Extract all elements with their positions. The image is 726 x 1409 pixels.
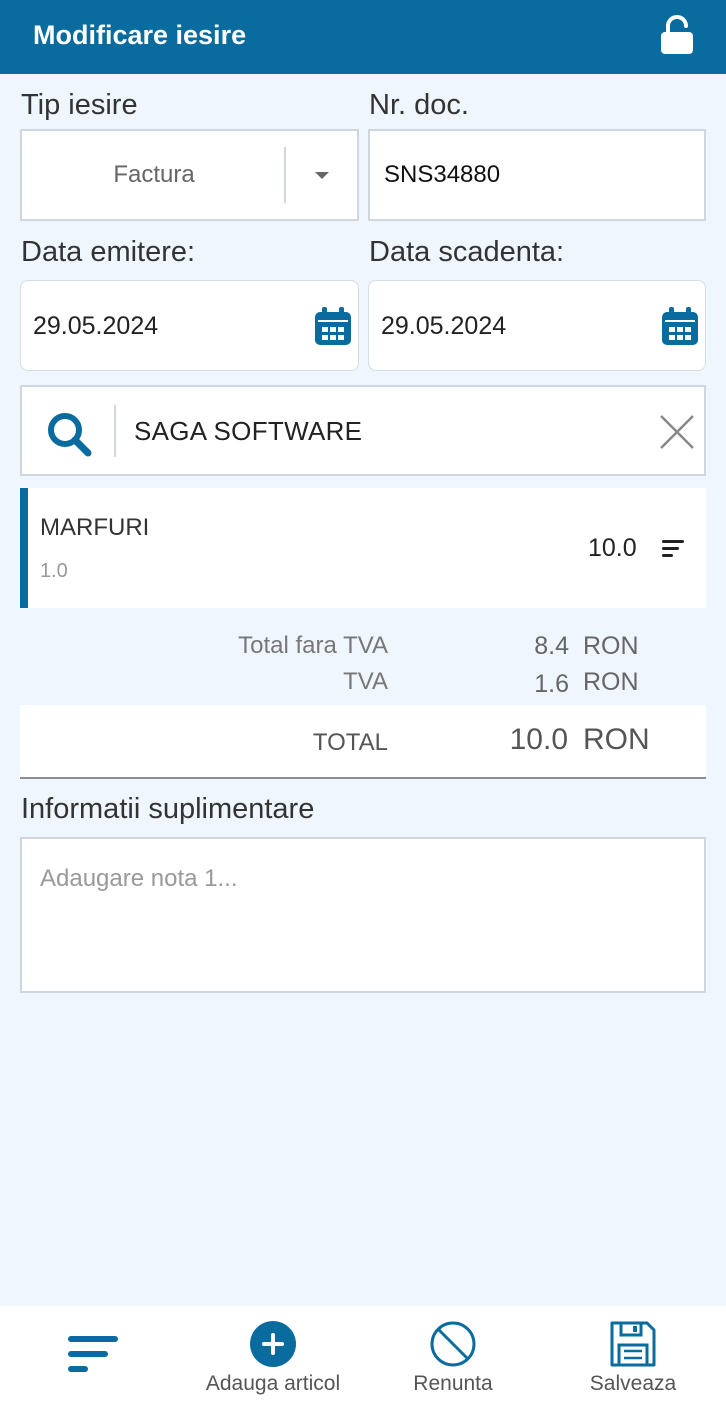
unlock-icon[interactable]	[656, 14, 698, 56]
search-divider	[114, 405, 116, 457]
data-emitere-field[interactable]: 29.05.2024	[20, 280, 359, 371]
cancel-icon	[430, 1321, 476, 1367]
nr-doc-value: SNS34880	[384, 161, 501, 188]
menu-lines-icon	[68, 1336, 118, 1372]
data-emitere-value: 29.05.2024	[33, 312, 159, 340]
search-icon[interactable]	[46, 411, 92, 457]
bottom-toolbar: Adauga articol Renunta Salveaza	[0, 1306, 726, 1409]
item-value: 10.0	[588, 534, 637, 562]
total-label: TOTAL	[312, 729, 388, 756]
save-button[interactable]: Salveaza	[578, 1306, 688, 1409]
plus-circle-icon	[250, 1321, 296, 1367]
nr-doc-label: Nr. doc.	[369, 89, 469, 121]
partner-search-field[interactable]: SAGA SOFTWARE	[20, 385, 706, 476]
add-article-label: Adauga articol	[205, 1372, 341, 1395]
total-value: 10.0	[509, 723, 568, 756]
close-icon[interactable]	[658, 413, 696, 451]
calendar-icon[interactable]	[662, 307, 698, 345]
page-title: Modificare iesire	[33, 20, 247, 50]
total-row: TOTAL 10.0 RON	[20, 705, 706, 779]
tip-iesire-label: Tip iesire	[21, 89, 138, 121]
tip-iesire-select[interactable]: Factura	[20, 129, 359, 221]
cancel-button[interactable]: Renunta	[398, 1306, 508, 1409]
tip-iesire-value: Factura	[113, 161, 195, 188]
data-scadenta-value: 29.05.2024	[381, 312, 507, 340]
nr-doc-field[interactable]: SNS34880	[368, 129, 706, 221]
app-header: Modificare iesire	[0, 0, 726, 74]
partner-value: SAGA SOFTWARE	[134, 416, 363, 446]
select-divider	[284, 147, 286, 203]
save-icon	[610, 1321, 656, 1367]
sort-menu-icon[interactable]	[662, 538, 688, 560]
notes-input[interactable]	[20, 837, 706, 993]
currency-label: RON	[583, 668, 639, 696]
data-scadenta-field[interactable]: 29.05.2024	[368, 280, 706, 371]
currency-label: RON	[583, 632, 639, 660]
add-article-button[interactable]: Adauga articol	[188, 1306, 358, 1409]
data-emitere-label: Data emitere:	[21, 236, 196, 268]
tva-value: 1.6	[534, 670, 569, 698]
save-label: Salveaza	[589, 1372, 677, 1395]
chevron-down-icon[interactable]	[312, 167, 332, 183]
item-name: MARFURI	[40, 514, 150, 541]
notes-label: Informatii suplimentare	[21, 793, 315, 825]
calendar-icon[interactable]	[315, 307, 351, 345]
cancel-label: Renunta	[413, 1372, 493, 1395]
list-item[interactable]: MARFURI 1.0 10.0	[20, 488, 706, 608]
total-fara-tva-value: 8.4	[534, 632, 569, 660]
menu-button[interactable]	[40, 1306, 150, 1409]
data-scadenta-label: Data scadenta:	[369, 236, 565, 268]
item-quantity: 1.0	[40, 560, 68, 582]
total-currency: RON	[583, 723, 650, 756]
tva-label: TVA	[343, 668, 388, 695]
total-fara-tva-label: Total fara TVA	[238, 632, 388, 659]
